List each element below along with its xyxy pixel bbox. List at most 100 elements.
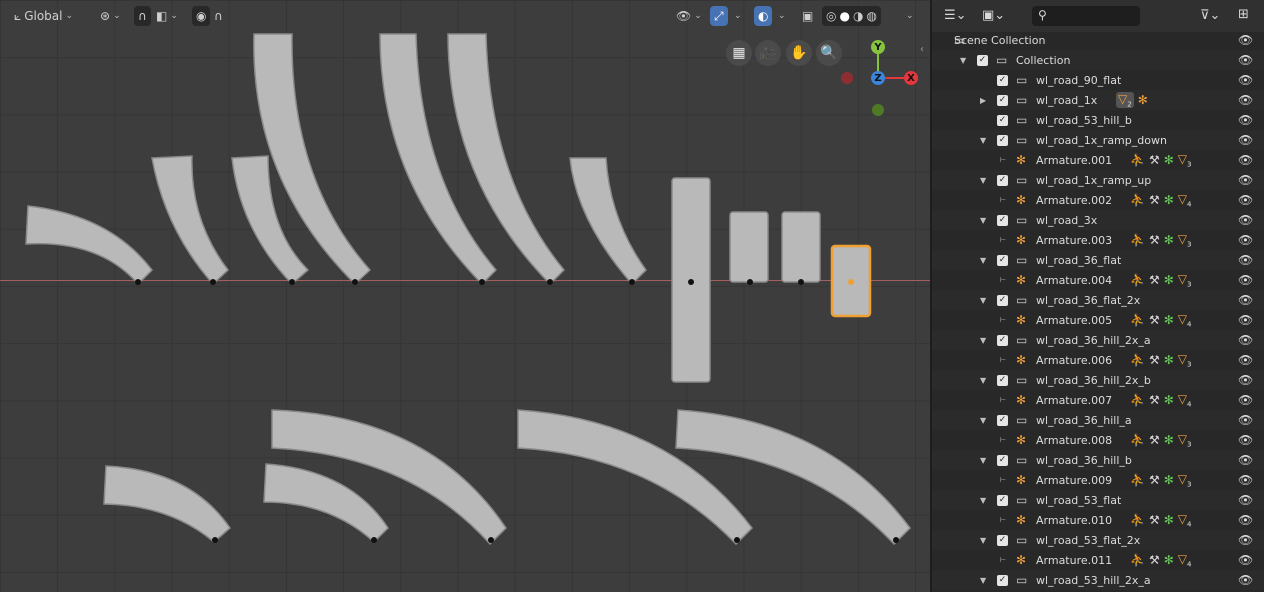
outliner-row[interactable]: ▼ ✓ ▭ wl_road_36_flat 👁 (932, 250, 1264, 270)
eye-icon[interactable]: 👁 (1238, 193, 1253, 207)
expand-toggle-icon[interactable]: ▼ (980, 216, 986, 225)
road-pieces-scene[interactable] (0, 0, 930, 592)
expand-toggle-icon[interactable]: ▼ (980, 176, 986, 185)
exclude-checkbox[interactable]: ✓ (997, 534, 1008, 546)
outliner-item-label[interactable]: wl_road_3x (1036, 214, 1097, 227)
proportional-editing-toggle[interactable]: ◉ (192, 6, 211, 26)
bone-icon[interactable]: ⚒ (1149, 513, 1160, 527)
outliner-item-label[interactable]: Armature.009 (1036, 474, 1112, 487)
exclude-checkbox[interactable]: ✓ (997, 74, 1008, 86)
bone-icon[interactable]: ⚒ (1149, 553, 1160, 567)
bone-icon[interactable]: ⚒ (1149, 393, 1160, 407)
expand-toggle-icon[interactable]: ▼ (980, 496, 986, 505)
filter-icon[interactable]: ⊽⌄ (1200, 8, 1220, 23)
eye-icon[interactable]: 👁 (1238, 353, 1253, 367)
outliner-row[interactable]: ⊢ ✻ Armature.006 ⛹ ⚒ ✻ ▽3 👁 (932, 350, 1264, 370)
outliner-item-label[interactable]: wl_road_53_flat_2x (1036, 534, 1140, 547)
exclude-checkbox[interactable]: ✓ (997, 454, 1008, 466)
outliner-row[interactable]: ⊢ ✻ Armature.009 ⛹ ⚒ ✻ ▽3 👁 (932, 470, 1264, 490)
snap-target-dropdown[interactable]: ◧ ⌄ (156, 6, 178, 26)
pose-icon[interactable]: ⛹ (1130, 393, 1145, 407)
outliner-item-label[interactable]: Collection (1016, 54, 1070, 67)
outliner-item-label[interactable]: wl_road_36_flat_2x (1036, 294, 1140, 307)
eye-icon[interactable]: 👁 (1238, 213, 1253, 227)
mesh-children-icon[interactable]: ▽4 (1178, 392, 1192, 408)
snap-toggle[interactable]: ∩ (134, 6, 151, 26)
outliner-item-label[interactable]: wl_road_36_hill_a (1036, 414, 1132, 427)
expand-toggle-icon[interactable]: ▼ (980, 256, 986, 265)
armature-data-green-icon[interactable]: ✻ (1164, 393, 1174, 407)
outliner-row[interactable]: ⊢ ✻ Armature.007 ⛹ ⚒ ✻ ▽4 👁 (932, 390, 1264, 410)
outliner-row[interactable]: ▶ ✓ ▭ wl_road_1x ▽2 ✻ 👁 (932, 90, 1264, 110)
bone-icon[interactable]: ⚒ (1149, 153, 1160, 167)
outliner-item-label[interactable]: wl_road_36_hill_2x_a (1036, 334, 1151, 347)
outliner-item-label[interactable]: Armature.002 (1036, 194, 1112, 207)
pose-icon[interactable]: ⛹ (1130, 273, 1145, 287)
expand-toggle-icon[interactable]: ▼ (980, 336, 986, 345)
mesh-children-icon[interactable]: ▽3 (1178, 152, 1192, 168)
mesh-children-icon[interactable]: ▽3 (1178, 352, 1192, 368)
outliner-item-label[interactable]: wl_road_53_flat (1036, 494, 1121, 507)
outliner-item-label[interactable]: Armature.003 (1036, 234, 1112, 247)
eye-icon[interactable]: 👁 (1238, 473, 1253, 487)
outliner-row[interactable]: ▼ ✓ ▭ wl_road_1x_ramp_up 👁 (932, 170, 1264, 190)
outliner-row[interactable]: ▼ ✓ ▭ wl_road_36_hill_a 👁 (932, 410, 1264, 430)
bone-icon[interactable]: ⚒ (1149, 193, 1160, 207)
outliner-item-label[interactable]: Armature.001 (1036, 154, 1112, 167)
outliner-row[interactable]: ⊢ ✻ Armature.010 ⛹ ⚒ ✻ ▽4 👁 (932, 510, 1264, 530)
display-mode-icon[interactable]: ▣⌄ (982, 8, 1005, 23)
eye-icon[interactable]: 👁 (1238, 533, 1253, 547)
sidebar-toggle-icon[interactable]: ‹ (920, 44, 924, 55)
eye-icon[interactable]: 👁 (1238, 33, 1253, 47)
outliner-item-label[interactable]: Scene Collection (954, 34, 1045, 47)
outliner-row[interactable]: ⊢ ✻ Armature.001 ⛹ ⚒ ✻ ▽3 👁 (932, 150, 1264, 170)
shading-mode-group[interactable]: ◎ ● ◑ ◍ (822, 6, 881, 26)
transform-orientation-dropdown[interactable]: ⟀ Global ⌄ (14, 6, 73, 26)
expand-toggle-icon[interactable]: ▼ (980, 136, 986, 145)
pose-icon[interactable]: ⛹ (1130, 153, 1145, 167)
outliner-item-label[interactable]: Armature.004 (1036, 274, 1112, 287)
gizmo-dropdown[interactable]: ⌄ (734, 6, 742, 26)
mesh-children-icon[interactable]: ▽4 (1178, 192, 1192, 208)
pose-icon[interactable]: ⛹ (1130, 553, 1145, 567)
bone-icon[interactable]: ⚒ (1149, 313, 1160, 327)
eye-icon[interactable]: 👁 (1238, 233, 1253, 247)
eye-icon[interactable]: 👁 (1238, 113, 1253, 127)
eye-icon[interactable]: 👁 (1238, 273, 1253, 287)
armature-data-green-icon[interactable]: ✻ (1164, 433, 1174, 447)
eye-icon[interactable]: 👁 (1238, 253, 1253, 267)
exclude-checkbox[interactable]: ✓ (997, 94, 1008, 106)
outliner-item-label[interactable]: Armature.008 (1036, 434, 1112, 447)
expand-toggle-icon[interactable]: ▼ (980, 576, 986, 585)
bone-icon[interactable]: ⚒ (1149, 353, 1160, 367)
mesh-children-icon[interactable]: ▽4 (1178, 512, 1192, 528)
outliner-item-label[interactable]: wl_road_36_hill_b (1036, 454, 1132, 467)
overlays-toggle[interactable]: ◐ (754, 6, 773, 26)
outliner-search-input[interactable]: ⚲ (1032, 6, 1140, 26)
eye-icon[interactable]: 👁 (1238, 153, 1253, 167)
eye-icon[interactable]: 👁 (1238, 553, 1253, 567)
armature-data-green-icon[interactable]: ✻ (1164, 193, 1174, 207)
shading-dropdown[interactable]: ⌄ (906, 6, 914, 26)
x-axis-handle[interactable]: X (904, 71, 918, 85)
exclude-checkbox[interactable]: ✓ (997, 414, 1008, 426)
mesh-children-icon[interactable]: ▽4 (1178, 552, 1192, 568)
mesh-children-icon[interactable]: ▽3 (1178, 232, 1192, 248)
exclude-checkbox[interactable]: ✓ (997, 334, 1008, 346)
exclude-checkbox[interactable]: ✓ (997, 494, 1008, 506)
exclude-checkbox[interactable]: ✓ (997, 374, 1008, 386)
exclude-checkbox[interactable]: ✓ (997, 214, 1008, 226)
outliner-row[interactable]: ✓ ▭ wl_road_53_hill_b 👁 (932, 110, 1264, 130)
eye-icon[interactable]: 👁 (1238, 493, 1253, 507)
xray-toggle[interactable]: ▣ (802, 6, 813, 26)
mesh-children-icon[interactable]: ▽4 (1178, 312, 1192, 328)
exclude-checkbox[interactable]: ✓ (997, 134, 1008, 146)
exclude-checkbox[interactable]: ✓ (997, 574, 1008, 586)
mesh-children-icon[interactable]: ▽3 (1178, 472, 1192, 488)
pose-icon[interactable]: ⛹ (1130, 433, 1145, 447)
neg-x-axis-handle[interactable] (841, 72, 853, 84)
exclude-checkbox[interactable]: ✓ (997, 114, 1008, 126)
outliner-item-label[interactable]: wl_road_36_flat (1036, 254, 1121, 267)
eye-icon[interactable]: 👁 (1238, 133, 1253, 147)
outliner-row[interactable]: ⊢ ✻ Armature.008 ⛹ ⚒ ✻ ▽3 👁 (932, 430, 1264, 450)
